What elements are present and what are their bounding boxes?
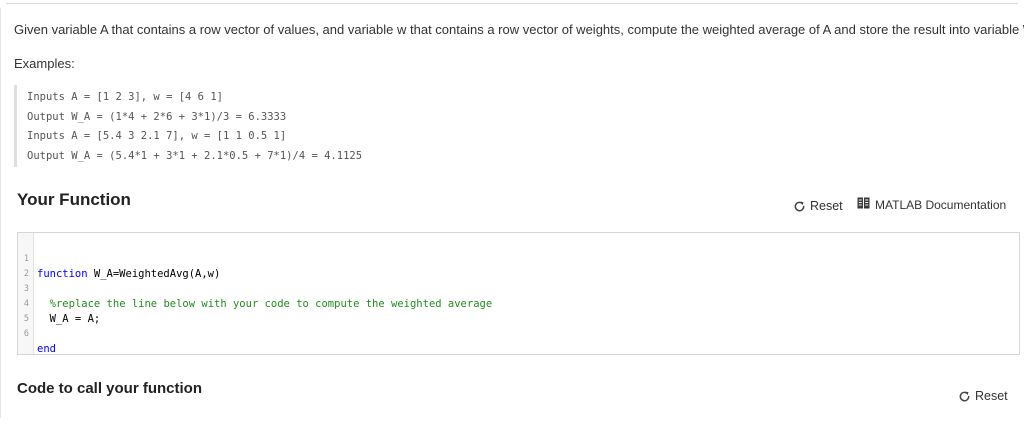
book-icon bbox=[857, 197, 870, 212]
documentation-label: MATLAB Documentation bbox=[875, 197, 1007, 212]
reset-function-button[interactable]: Reset bbox=[793, 199, 843, 213]
reset-label: Reset bbox=[810, 199, 843, 213]
line-number: 6 bbox=[23, 329, 29, 339]
refresh-icon bbox=[958, 390, 971, 403]
reset-label: Reset bbox=[975, 389, 1008, 403]
example-line: Output W_A = (5.4*1 + 3*1 + 2.1*0.5 + 7*… bbox=[27, 149, 363, 162]
call-function-title: Code to call your function bbox=[17, 380, 203, 397]
examples-block: Inputs A = [1 2 3], w = [4 6 1] Output W… bbox=[14, 85, 363, 167]
examples-label: Examples: bbox=[14, 56, 75, 71]
code-line[interactable]: 1 function W_A=WeightedAvg(A,w) bbox=[18, 237, 1019, 280]
matlab-documentation-link[interactable]: MATLAB Documentation bbox=[857, 197, 1006, 212]
your-function-title: Your Function bbox=[17, 190, 131, 209]
code-editor[interactable]: 1 function W_A=WeightedAvg(A,w) 2 3 %rep… bbox=[17, 232, 1020, 355]
code-keyword: end bbox=[37, 343, 56, 355]
refresh-icon bbox=[793, 200, 806, 213]
example-line: Inputs A = [5.4 3 2.1 7], w = [1 1 0.5 1… bbox=[27, 130, 287, 143]
example-line: Output W_A = (1*4 + 2*6 + 3*1)/3 = 6.333… bbox=[27, 110, 287, 123]
top-divider bbox=[6, 3, 1018, 4]
code-line[interactable]: 4 W_A = A; bbox=[18, 282, 1019, 325]
example-line: Inputs A = [1 2 3], w = [4 6 1] bbox=[27, 91, 223, 103]
reset-call-button[interactable]: Reset bbox=[958, 389, 1008, 403]
left-divider bbox=[0, 8, 1, 418]
code-line[interactable]: 2 bbox=[18, 252, 1019, 279]
code-line[interactable]: 5 bbox=[18, 297, 1019, 324]
code-line[interactable]: 3 %replace the line below with your code… bbox=[18, 267, 1019, 310]
problem-description: Given variable A that contains a row vec… bbox=[14, 22, 1024, 37]
code-line[interactable]: 6 end bbox=[18, 312, 1019, 355]
code-text: end bbox=[37, 342, 56, 357]
